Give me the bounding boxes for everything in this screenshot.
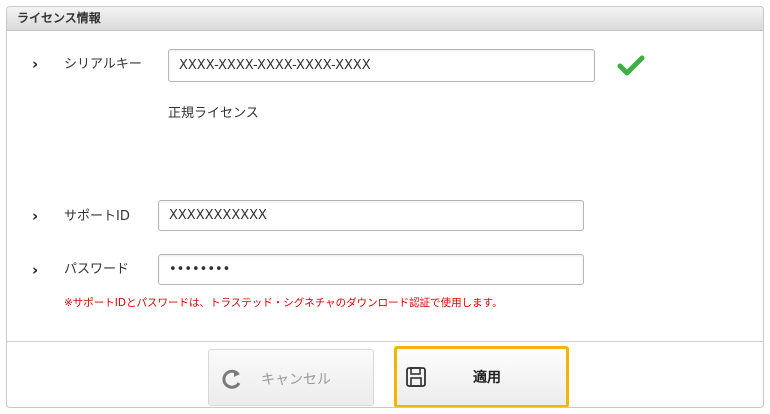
password-input[interactable] [158,254,584,285]
support-note: ※サポートIDとパスワードは、トラステッド・シグネチャのダウンロード認証で使用し… [64,297,503,309]
apply-label: 適用 [473,370,501,386]
save-icon [406,367,426,387]
panel-title: ライセンス情報 [7,7,763,31]
apply-button[interactable]: 適用 [394,346,569,407]
divider [7,341,763,342]
chevron-right-icon: › [32,261,39,279]
password-label: パスワード [64,262,130,277]
license-status: 正規ライセンス [168,106,259,121]
chevron-right-icon: › [32,207,39,225]
support-id-label: サポートID [64,209,130,224]
serial-key-input[interactable] [168,49,595,82]
support-id-input[interactable] [158,200,584,231]
checkmark-icon [617,55,645,76]
refresh-icon [222,369,241,389]
serial-key-label: シリアルキー [64,57,142,72]
cancel-button[interactable]: キャンセル [208,349,374,406]
chevron-right-icon: › [32,55,39,73]
license-panel: ライセンス情報 › シリアルキー 正規ライセンス › サポートID › パスワー… [6,6,764,408]
cancel-label: キャンセル [261,372,331,388]
